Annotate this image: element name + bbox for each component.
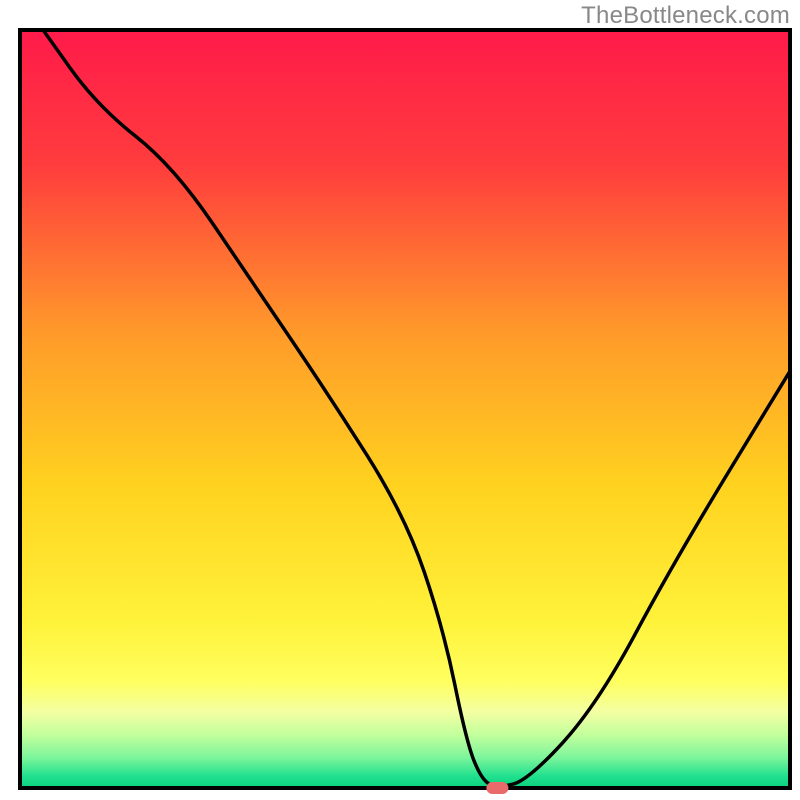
plot-background-gradient (20, 30, 790, 788)
bottleneck-chart: TheBottleneck.com (0, 0, 800, 800)
chart-canvas (0, 0, 800, 800)
optimum-marker (486, 782, 508, 794)
watermark-text: TheBottleneck.com (581, 2, 790, 30)
